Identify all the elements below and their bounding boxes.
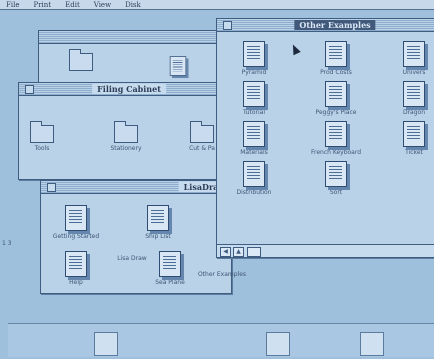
doc-ticket[interactable]: Ticket (377, 121, 434, 157)
doc-french-keyboard[interactable]: French Keyboard (299, 121, 373, 157)
filing-cabinet-window[interactable]: Filing Cabinet Tools Stationery Cut & Pa (18, 82, 240, 180)
folder-stationery[interactable]: Stationery (89, 121, 163, 153)
close-box[interactable] (47, 183, 56, 192)
scroll-box[interactable] (247, 247, 261, 257)
folder-label: Stationery (110, 145, 142, 152)
menu-disk[interactable]: Disk (125, 1, 141, 9)
folder-label: Other Examples (197, 271, 247, 278)
doc-label: Prod Costs (320, 69, 352, 76)
doc-label: Help (69, 279, 83, 286)
document-icon (403, 81, 425, 107)
document-icon (325, 41, 347, 67)
doc-label: Distribution (236, 189, 272, 196)
doc-label: Univers (402, 69, 426, 76)
document-icon (325, 161, 347, 187)
desktop-icon[interactable] (94, 332, 118, 356)
lisadraw-window[interactable]: LisaDra Getting Started Ship List Help L… (40, 180, 246, 294)
menu-file[interactable]: File (6, 1, 19, 9)
partial-label: 1 3 (2, 240, 12, 247)
doc-label: Dragon (402, 109, 426, 116)
close-box[interactable] (223, 21, 232, 30)
scroll-left-arrow-icon[interactable]: ◀ (220, 247, 231, 257)
menu-bar: File Print Edit View Disk (0, 0, 434, 10)
menu-print[interactable]: Print (33, 1, 51, 9)
folder-icon (114, 121, 138, 143)
menu-view[interactable]: View (94, 1, 111, 9)
folder-tools[interactable]: Tools (5, 121, 79, 153)
document-icon (243, 41, 265, 67)
doc-label: Ticket (405, 149, 423, 156)
document-icon (243, 161, 265, 187)
doc-prod-costs[interactable]: Prod Costs (299, 41, 373, 77)
other-examples-window[interactable]: Other Examples Pyramid Prod Costs Univer… (216, 18, 434, 258)
close-box[interactable] (25, 85, 34, 94)
doc-label: Pyramid (241, 69, 267, 76)
doc-label: Tutorial (242, 109, 266, 116)
doc-label: French Keyboard (310, 149, 362, 156)
document-icon (403, 41, 425, 67)
scroll-up-arrow-icon[interactable]: ▲ (233, 247, 244, 257)
doc-peggys-place[interactable]: Peggy's Place (299, 81, 373, 117)
horizontal-scrollbar[interactable]: ◀ ▲ (217, 244, 434, 257)
folder-icon (69, 49, 93, 71)
doc-dragon[interactable]: Dragon (377, 81, 434, 117)
doc-label: Materials (240, 149, 268, 156)
desktop-icon[interactable] (360, 332, 384, 356)
doc-sort[interactable]: Sort (299, 161, 373, 197)
filing-cabinet-title: Filing Cabinet (92, 84, 166, 94)
document-icon (65, 205, 87, 231)
folder-icon (30, 121, 54, 143)
folder-icon (190, 121, 214, 143)
document-icon (65, 251, 87, 277)
document-icon (169, 56, 187, 76)
doc-materials[interactable]: Materials (217, 121, 291, 157)
doc-distribution[interactable]: Distribution (217, 161, 291, 197)
folder-other-examples[interactable]: Other Examples (185, 269, 259, 279)
filing-cabinet-titlebar[interactable]: Filing Cabinet (19, 83, 239, 96)
background-doc-icon[interactable] (167, 53, 189, 79)
document-icon (325, 81, 347, 107)
doc-pyramid[interactable]: Pyramid (217, 41, 291, 77)
folder-label: Tools (34, 145, 50, 152)
menu-edit[interactable]: Edit (65, 1, 80, 9)
desktop-icon-row (8, 323, 434, 357)
document-icon (159, 251, 181, 277)
other-examples-titlebar[interactable]: Other Examples (217, 19, 434, 32)
doc-label: Sea Plane (155, 279, 185, 286)
doc-label: Sort (329, 189, 343, 196)
lisadraw-titlebar[interactable]: LisaDra (41, 181, 231, 194)
other-examples-title: Other Examples (294, 20, 376, 30)
doc-tutorial[interactable]: Tutorial (217, 81, 291, 117)
doc-univers[interactable]: Univers (377, 41, 434, 77)
document-icon (403, 121, 425, 147)
document-icon (243, 121, 265, 147)
doc-label: Peggy's Place (315, 109, 357, 116)
document-icon (325, 121, 347, 147)
document-icon (243, 81, 265, 107)
background-folder-icon[interactable] (69, 49, 93, 71)
desktop-icon[interactable] (266, 332, 290, 356)
